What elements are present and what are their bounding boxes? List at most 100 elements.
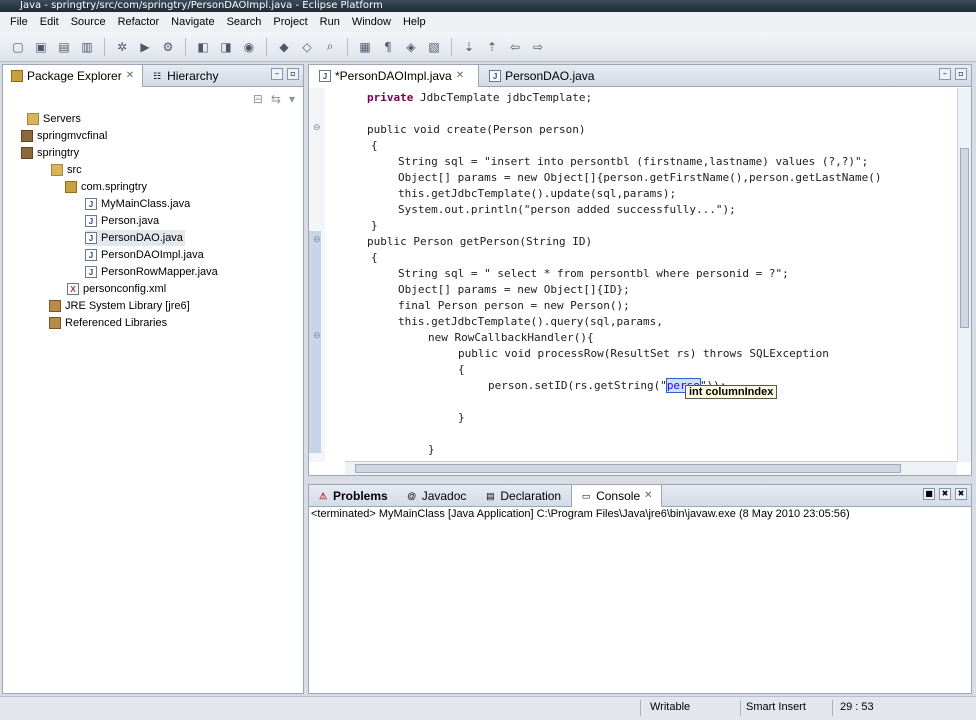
block-selection-icon[interactable]: ▧ bbox=[426, 39, 442, 55]
tab-persondaoimpl[interactable]: J *PersonDAOImpl.java ✕ bbox=[309, 64, 480, 87]
tab-persondao[interactable]: J PersonDAO.java bbox=[479, 65, 608, 87]
hierarchy-icon: ☷ bbox=[153, 70, 162, 81]
folder-icon bbox=[27, 113, 39, 125]
bottom-panel-tabs: ⚠ Problems @ Javadoc ▤ Declaration ▭ Con… bbox=[309, 484, 971, 507]
open-task-icon[interactable]: ◇ bbox=[299, 39, 315, 55]
fold-icon[interactable]: ⊖ bbox=[313, 235, 321, 245]
print-icon[interactable]: ▥ bbox=[79, 39, 95, 55]
tree-item-label: Person.java bbox=[101, 215, 160, 227]
maximize-icon[interactable]: ▫ bbox=[955, 68, 967, 80]
tab-console[interactable]: ▭ Console ✕ bbox=[571, 484, 662, 507]
tree-item-src[interactable]: src bbox=[51, 162, 82, 178]
scroll-thumb[interactable] bbox=[960, 148, 969, 328]
tab-declaration[interactable]: ▤ Declaration bbox=[476, 485, 569, 507]
tree-item-mymainclass[interactable]: J MyMainClass.java bbox=[85, 196, 190, 212]
tree-item-springmvcfinal[interactable]: springmvcfinal bbox=[21, 128, 107, 144]
code-line: } bbox=[371, 219, 378, 232]
menu-refactor[interactable]: Refactor bbox=[112, 16, 166, 28]
next-annotation-icon[interactable]: ⇣ bbox=[461, 39, 477, 55]
link-with-editor-icon[interactable]: ⇆ bbox=[271, 92, 281, 106]
source-folder-icon bbox=[51, 164, 63, 176]
new-java-project-icon[interactable]: ◧ bbox=[195, 39, 211, 55]
tree-item-jre-system-library[interactable]: JRE System Library [jre6] bbox=[49, 298, 190, 314]
external-tools-icon[interactable]: ⚙ bbox=[160, 39, 176, 55]
tree-item-label: JRE System Library [jre6] bbox=[65, 300, 190, 312]
open-type-icon[interactable]: ◆ bbox=[276, 39, 292, 55]
tree-item-label: com.springtry bbox=[81, 181, 148, 193]
forward-icon[interactable]: ⇨ bbox=[530, 39, 546, 55]
new-package-icon[interactable]: ◨ bbox=[218, 39, 234, 55]
tree-item-persondao[interactable]: J PersonDAO.java bbox=[85, 230, 185, 246]
close-icon[interactable]: ✕ bbox=[644, 490, 652, 501]
close-icon[interactable]: ✕ bbox=[126, 70, 134, 81]
save-icon[interactable]: ▣ bbox=[33, 39, 49, 55]
menu-edit[interactable]: Edit bbox=[34, 16, 65, 28]
tab-hierarchy[interactable]: ☷ Hierarchy bbox=[143, 65, 226, 87]
code-line: final Person person = new Person(); bbox=[398, 299, 630, 312]
fold-icon[interactable]: ⊖ bbox=[313, 331, 321, 341]
collapse-all-icon[interactable]: ⊟ bbox=[253, 92, 263, 106]
tab-label: Javadoc bbox=[421, 488, 467, 503]
annotation-icon[interactable]: ◈ bbox=[403, 39, 419, 55]
declaration-icon: ▤ bbox=[486, 490, 495, 501]
minimize-icon[interactable]: – bbox=[939, 68, 951, 80]
maximize-icon[interactable]: ▫ bbox=[287, 68, 299, 80]
remove-launch-icon[interactable]: ✖ bbox=[939, 488, 951, 500]
code-line: { bbox=[458, 363, 465, 376]
minimize-icon[interactable]: – bbox=[271, 68, 283, 80]
problems-icon: ⚠ bbox=[318, 490, 328, 501]
tree-item-label: PersonRowMapper.java bbox=[101, 266, 218, 278]
editor-horizontal-scrollbar[interactable] bbox=[345, 461, 957, 475]
terminate-icon[interactable]: ■ bbox=[923, 488, 935, 500]
menu-run[interactable]: Run bbox=[314, 16, 346, 28]
code-text-area[interactable]: ⊖ ⊖ ⊖ private JdbcTemplate jdbcTemplate;… bbox=[309, 88, 957, 462]
show-whitespace-icon[interactable]: ¶ bbox=[380, 39, 396, 55]
tree-item-servers[interactable]: Servers bbox=[27, 111, 81, 127]
tree-item-referenced-libraries[interactable]: Referenced Libraries bbox=[49, 315, 167, 331]
menu-help[interactable]: Help bbox=[397, 16, 432, 28]
menu-source[interactable]: Source bbox=[65, 16, 112, 28]
menu-project[interactable]: Project bbox=[267, 16, 313, 28]
remove-all-launches-icon[interactable]: ✖ bbox=[955, 488, 967, 500]
code-line: public void create(Person person) bbox=[367, 123, 586, 136]
status-separator bbox=[740, 700, 741, 716]
editor-vertical-scrollbar[interactable] bbox=[957, 88, 971, 462]
new-icon[interactable]: ▢ bbox=[10, 39, 26, 55]
menu-navigate[interactable]: Navigate bbox=[165, 16, 220, 28]
previous-annotation-icon[interactable]: ⇡ bbox=[484, 39, 500, 55]
tree-item-personconfig[interactable]: X personconfig.xml bbox=[67, 281, 166, 297]
console-horizontal-scrollbar[interactable] bbox=[309, 679, 971, 693]
library-icon bbox=[49, 317, 61, 329]
tab-label: *PersonDAOImpl.java bbox=[335, 68, 452, 83]
view-menu-icon[interactable]: ▾ bbox=[289, 92, 295, 106]
menu-search[interactable]: Search bbox=[221, 16, 268, 28]
java-file-icon: J bbox=[489, 69, 502, 82]
tab-label: Problems bbox=[333, 488, 388, 503]
tab-package-explorer[interactable]: Package Explorer ✕ bbox=[3, 64, 144, 87]
code-line: String sql = " select * from persontbl w… bbox=[398, 267, 789, 280]
back-icon[interactable]: ⇦ bbox=[507, 39, 523, 55]
search-icon[interactable]: ⌕ bbox=[322, 39, 338, 55]
tree-item-person[interactable]: J Person.java bbox=[85, 213, 159, 229]
tree-item-com-springtry[interactable]: com.springtry bbox=[65, 179, 147, 195]
tree-item-personrowmapper[interactable]: J PersonRowMapper.java bbox=[85, 264, 218, 280]
close-icon[interactable]: ✕ bbox=[456, 70, 464, 81]
debug-icon[interactable]: ✲ bbox=[114, 39, 130, 55]
code-line: Object[] params = new Object[]{ID}; bbox=[398, 283, 630, 296]
save-all-icon[interactable]: ▤ bbox=[56, 39, 72, 55]
fold-icon[interactable]: ⊖ bbox=[313, 123, 321, 133]
tree-item-persondaoimpl[interactable]: J PersonDAOImpl.java bbox=[85, 247, 204, 263]
code-line: this.getJdbcTemplate().query(sql,params, bbox=[398, 315, 663, 328]
toolbar-separator bbox=[104, 37, 105, 56]
new-class-icon[interactable]: ◉ bbox=[241, 39, 257, 55]
toggle-mark-occurrences-icon[interactable]: ▦ bbox=[357, 39, 373, 55]
tab-javadoc[interactable]: @ Javadoc bbox=[398, 485, 475, 507]
tab-hierarchy-label: Hierarchy bbox=[167, 68, 219, 83]
menu-file[interactable]: File bbox=[4, 16, 34, 28]
menu-window[interactable]: Window bbox=[346, 16, 397, 28]
scroll-thumb[interactable] bbox=[355, 464, 901, 473]
xml-file-icon: X bbox=[67, 283, 79, 295]
tree-item-springtry[interactable]: springtry bbox=[21, 145, 79, 161]
run-icon[interactable]: ▶ bbox=[137, 39, 153, 55]
tab-problems[interactable]: ⚠ Problems bbox=[309, 485, 396, 507]
